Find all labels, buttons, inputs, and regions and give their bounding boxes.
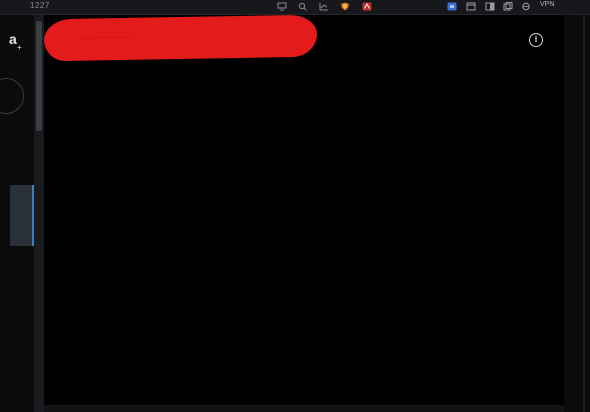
status-clock: 1227 (30, 1, 50, 10)
avatar[interactable] (0, 78, 24, 114)
shield-app-icon[interactable] (340, 2, 350, 11)
blue-app-icon[interactable] (447, 2, 457, 11)
info-button[interactable]: i (529, 33, 543, 47)
sidebar-scrollbar[interactable] (34, 15, 44, 412)
layers-icon[interactable] (503, 2, 513, 11)
redaction-mark: — — — — — — (43, 14, 318, 62)
network-icon[interactable] (521, 2, 531, 11)
sidebar-toggle-icon[interactable] (485, 2, 495, 11)
vpn-label[interactable]: VPN (540, 1, 554, 8)
monitor-icon[interactable] (277, 2, 287, 11)
search-icon[interactable] (298, 2, 308, 11)
sidebar-selected-item[interactable] (10, 185, 32, 246)
screen: 1227 VPN a + — — — — — — i (0, 0, 590, 412)
window-border (583, 15, 585, 412)
scrollbar-thumb[interactable] (36, 21, 42, 131)
new-item-icon[interactable]: + (17, 43, 22, 52)
red-app-icon[interactable] (362, 2, 372, 11)
app-logo[interactable]: a (9, 32, 17, 46)
redacted-title: — — — — — — (81, 34, 130, 42)
right-edge-panel (564, 15, 590, 412)
bottom-edge (44, 405, 564, 412)
main-content-area: — — — — — — i (43, 14, 564, 405)
system-status-bar: 1227 VPN (0, 0, 590, 15)
left-sidebar: a + (0, 15, 34, 412)
chart-icon[interactable] (319, 2, 329, 11)
window-icon[interactable] (466, 2, 476, 11)
info-icon: i (534, 34, 538, 44)
